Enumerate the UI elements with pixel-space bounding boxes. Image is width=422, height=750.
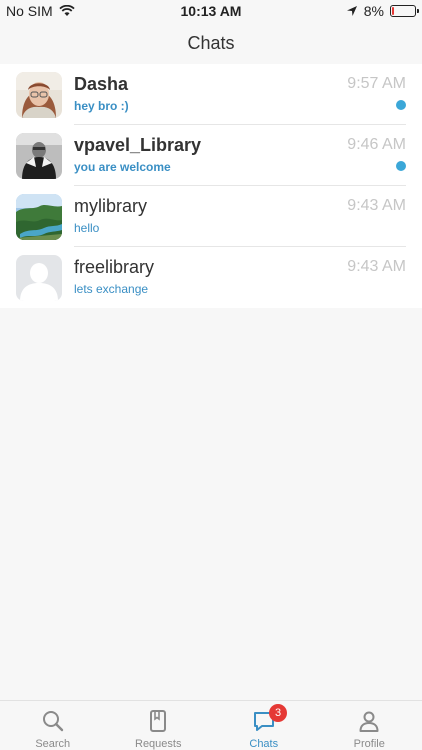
avatar	[16, 72, 62, 118]
chat-name: vpavel_Library	[74, 135, 202, 155]
chat-preview: you are welcome	[74, 160, 171, 174]
tab-label: Search	[35, 738, 71, 750]
tab-label: Profile	[353, 738, 385, 750]
chat-row-vpavel-library[interactable]: vpavel_Library 9:46 AM you are welcome	[0, 125, 422, 186]
person-icon	[359, 711, 379, 732]
default-avatar-icon	[16, 255, 62, 301]
search-icon	[42, 711, 63, 732]
portrait-photo-icon	[16, 72, 62, 118]
chat-name: freelibrary	[74, 257, 155, 277]
book-icon	[150, 710, 167, 732]
unread-indicator	[396, 161, 406, 171]
chat-time: 9:43 AM	[347, 197, 406, 214]
chat-row-dasha[interactable]: Dasha 9:57 AM hey bro :)	[0, 64, 422, 125]
tab-requests[interactable]: Requests	[106, 701, 212, 750]
chat-name: mylibrary	[74, 196, 148, 216]
tab-profile[interactable]: Profile	[317, 701, 422, 750]
chat-time: 9:43 AM	[347, 258, 406, 275]
location-arrow-icon	[346, 6, 357, 16]
tab-chats[interactable]: 3 Chats	[211, 701, 317, 750]
tab-label: Requests	[135, 738, 182, 750]
tab-label: Chats	[249, 738, 279, 750]
avatar	[16, 133, 62, 179]
chat-time: 9:46 AM	[347, 136, 406, 153]
chat-name: Dasha	[74, 74, 129, 94]
chat-list: Dasha 9:57 AM hey bro :) vpavel_Library …	[0, 64, 422, 308]
chat-preview: hey bro :)	[74, 99, 129, 113]
chat-preview: lets exchange	[74, 282, 149, 296]
battery-level	[392, 7, 394, 15]
battery-icon	[390, 5, 419, 17]
tab-bar: Search Requests 3 Chats Profile	[0, 700, 422, 750]
tab-search[interactable]: Search	[0, 701, 106, 750]
battery-percent: 8%	[363, 3, 384, 19]
landscape-photo-icon	[16, 194, 62, 240]
bw-photo-icon	[16, 133, 62, 179]
nav-header: Chats	[0, 22, 422, 64]
unread-indicator	[396, 100, 406, 110]
chat-row-freelibrary[interactable]: freelibrary 9:43 AM lets exchange	[0, 247, 422, 308]
avatar	[16, 194, 62, 240]
chat-time: 9:57 AM	[347, 75, 406, 92]
page-title: Chats	[187, 32, 235, 53]
chat-preview: hello	[74, 221, 100, 235]
unread-count-badge: 3	[269, 704, 287, 722]
status-bar: No SIM 10:13 AM 8%	[0, 0, 422, 22]
avatar	[16, 255, 62, 301]
chat-row-mylibrary[interactable]: mylibrary 9:43 AM hello	[0, 186, 422, 247]
